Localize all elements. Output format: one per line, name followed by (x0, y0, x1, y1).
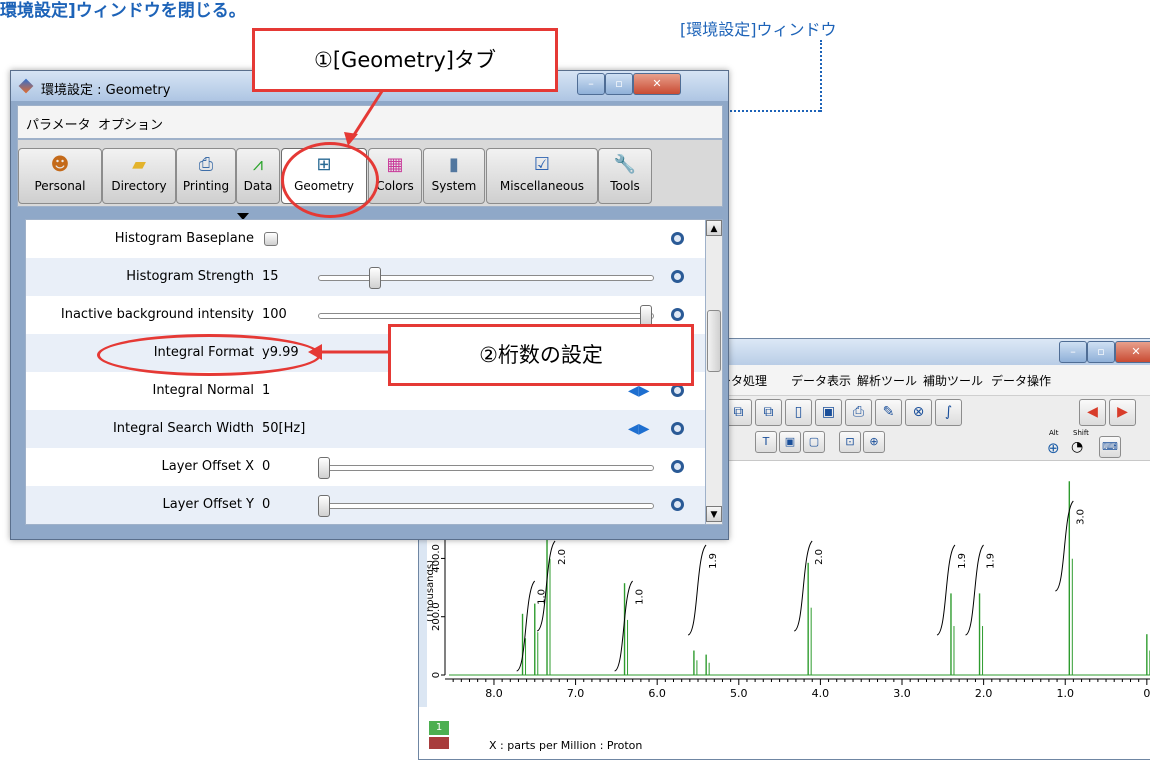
callout-digits-setting: ②桁数の設定 (388, 324, 694, 386)
callout-geometry-tab: ①[Geometry]タブ (252, 28, 558, 92)
